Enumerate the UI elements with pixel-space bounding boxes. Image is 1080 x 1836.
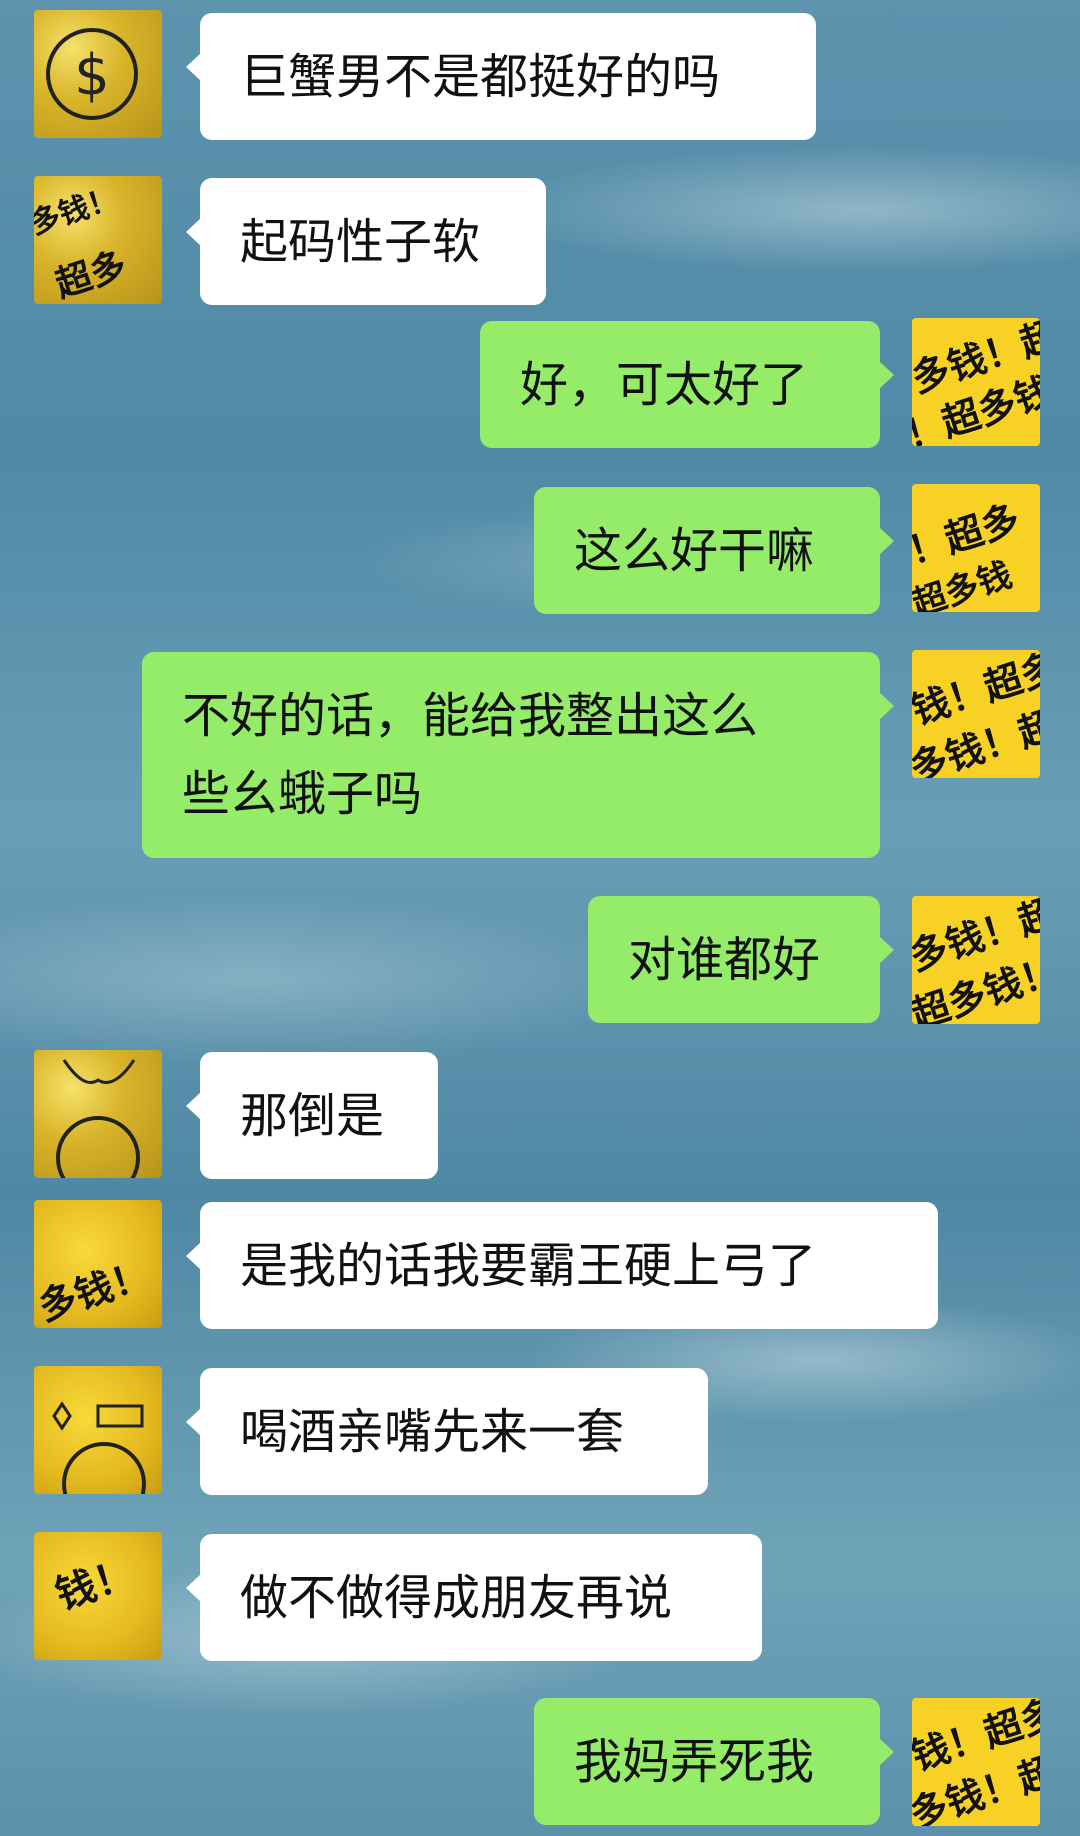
message-text: 那倒是 [240, 1088, 385, 1144]
message-text: 这么好干嘛 [574, 523, 815, 579]
message-text: 喝酒亲嘴先来一套 [240, 1404, 625, 1460]
message-bubble-outgoing[interactable]: 这么好干嘛 [534, 487, 894, 614]
coin-avatar[interactable] [34, 1366, 162, 1494]
message-text: 是我的话我要霸王硬上弓了 [240, 1238, 817, 1294]
money-text-avatar[interactable]: 钱！超多 多钱！超 [912, 1698, 1040, 1826]
message-text: 起码性子软 [240, 214, 481, 270]
svg-text:$: $ [74, 43, 110, 108]
message-bubble-incoming[interactable]: 喝酒亲嘴先来一套 [186, 1368, 708, 1495]
money-text-avatar[interactable]: 多钱！ 超多 [34, 176, 162, 304]
avatar-lettering: 多钱！ [34, 1252, 156, 1328]
message-text: 不好的话，能给我整出这么 些幺蛾子吗 [182, 688, 759, 822]
coin-icon: $ [46, 28, 138, 120]
money-text-avatar[interactable]: 多钱！超 超多钱！ [912, 896, 1040, 1024]
message-text: 巨蟹男不是都挺好的吗 [240, 49, 721, 105]
message-text: 对谁都好 [628, 932, 821, 988]
coin-icon [52, 1401, 146, 1494]
message-bubble-outgoing[interactable]: 对谁都好 [588, 896, 894, 1023]
message-bubble-outgoing[interactable]: 我妈弄死我 [534, 1698, 894, 1825]
coin-icon [56, 1059, 140, 1178]
message-bubble-incoming[interactable]: 巨蟹男不是都挺好的吗 [186, 13, 816, 140]
money-text-avatar[interactable]: 钱！ [34, 1532, 162, 1660]
message-bubble-incoming[interactable]: 做不做得成朋友再说 [186, 1534, 762, 1661]
avatar-lettering: 多钱！ [34, 180, 123, 242]
coin-avatar[interactable] [34, 1050, 162, 1178]
message-bubble-outgoing[interactable]: 好，可太好了 [480, 321, 894, 448]
money-text-avatar[interactable]: 多钱！ [34, 1200, 162, 1328]
message-bubble-incoming[interactable]: 那倒是 [186, 1052, 438, 1179]
money-text-avatar[interactable]: 钱！超多 多钱！超 [912, 650, 1040, 778]
avatar-lettering: 超多 [50, 244, 132, 304]
message-bubble-outgoing[interactable]: 不好的话，能给我整出这么 些幺蛾子吗 [142, 652, 894, 858]
message-bubble-incoming[interactable]: 是我的话我要霸王硬上弓了 [186, 1202, 938, 1329]
money-text-avatar[interactable]: ！超多 超多钱 [912, 484, 1040, 612]
message-text: 我妈弄死我 [574, 1734, 815, 1790]
money-text-avatar[interactable]: 多钱！超 ！超多钱 [912, 318, 1040, 446]
avatar-lettering: 钱！ [50, 1550, 141, 1620]
coin-avatar[interactable]: $ [34, 10, 162, 138]
message-text: 好，可太好了 [520, 357, 809, 413]
message-text: 做不做得成朋友再说 [240, 1570, 673, 1626]
message-bubble-incoming[interactable]: 起码性子软 [186, 178, 546, 305]
